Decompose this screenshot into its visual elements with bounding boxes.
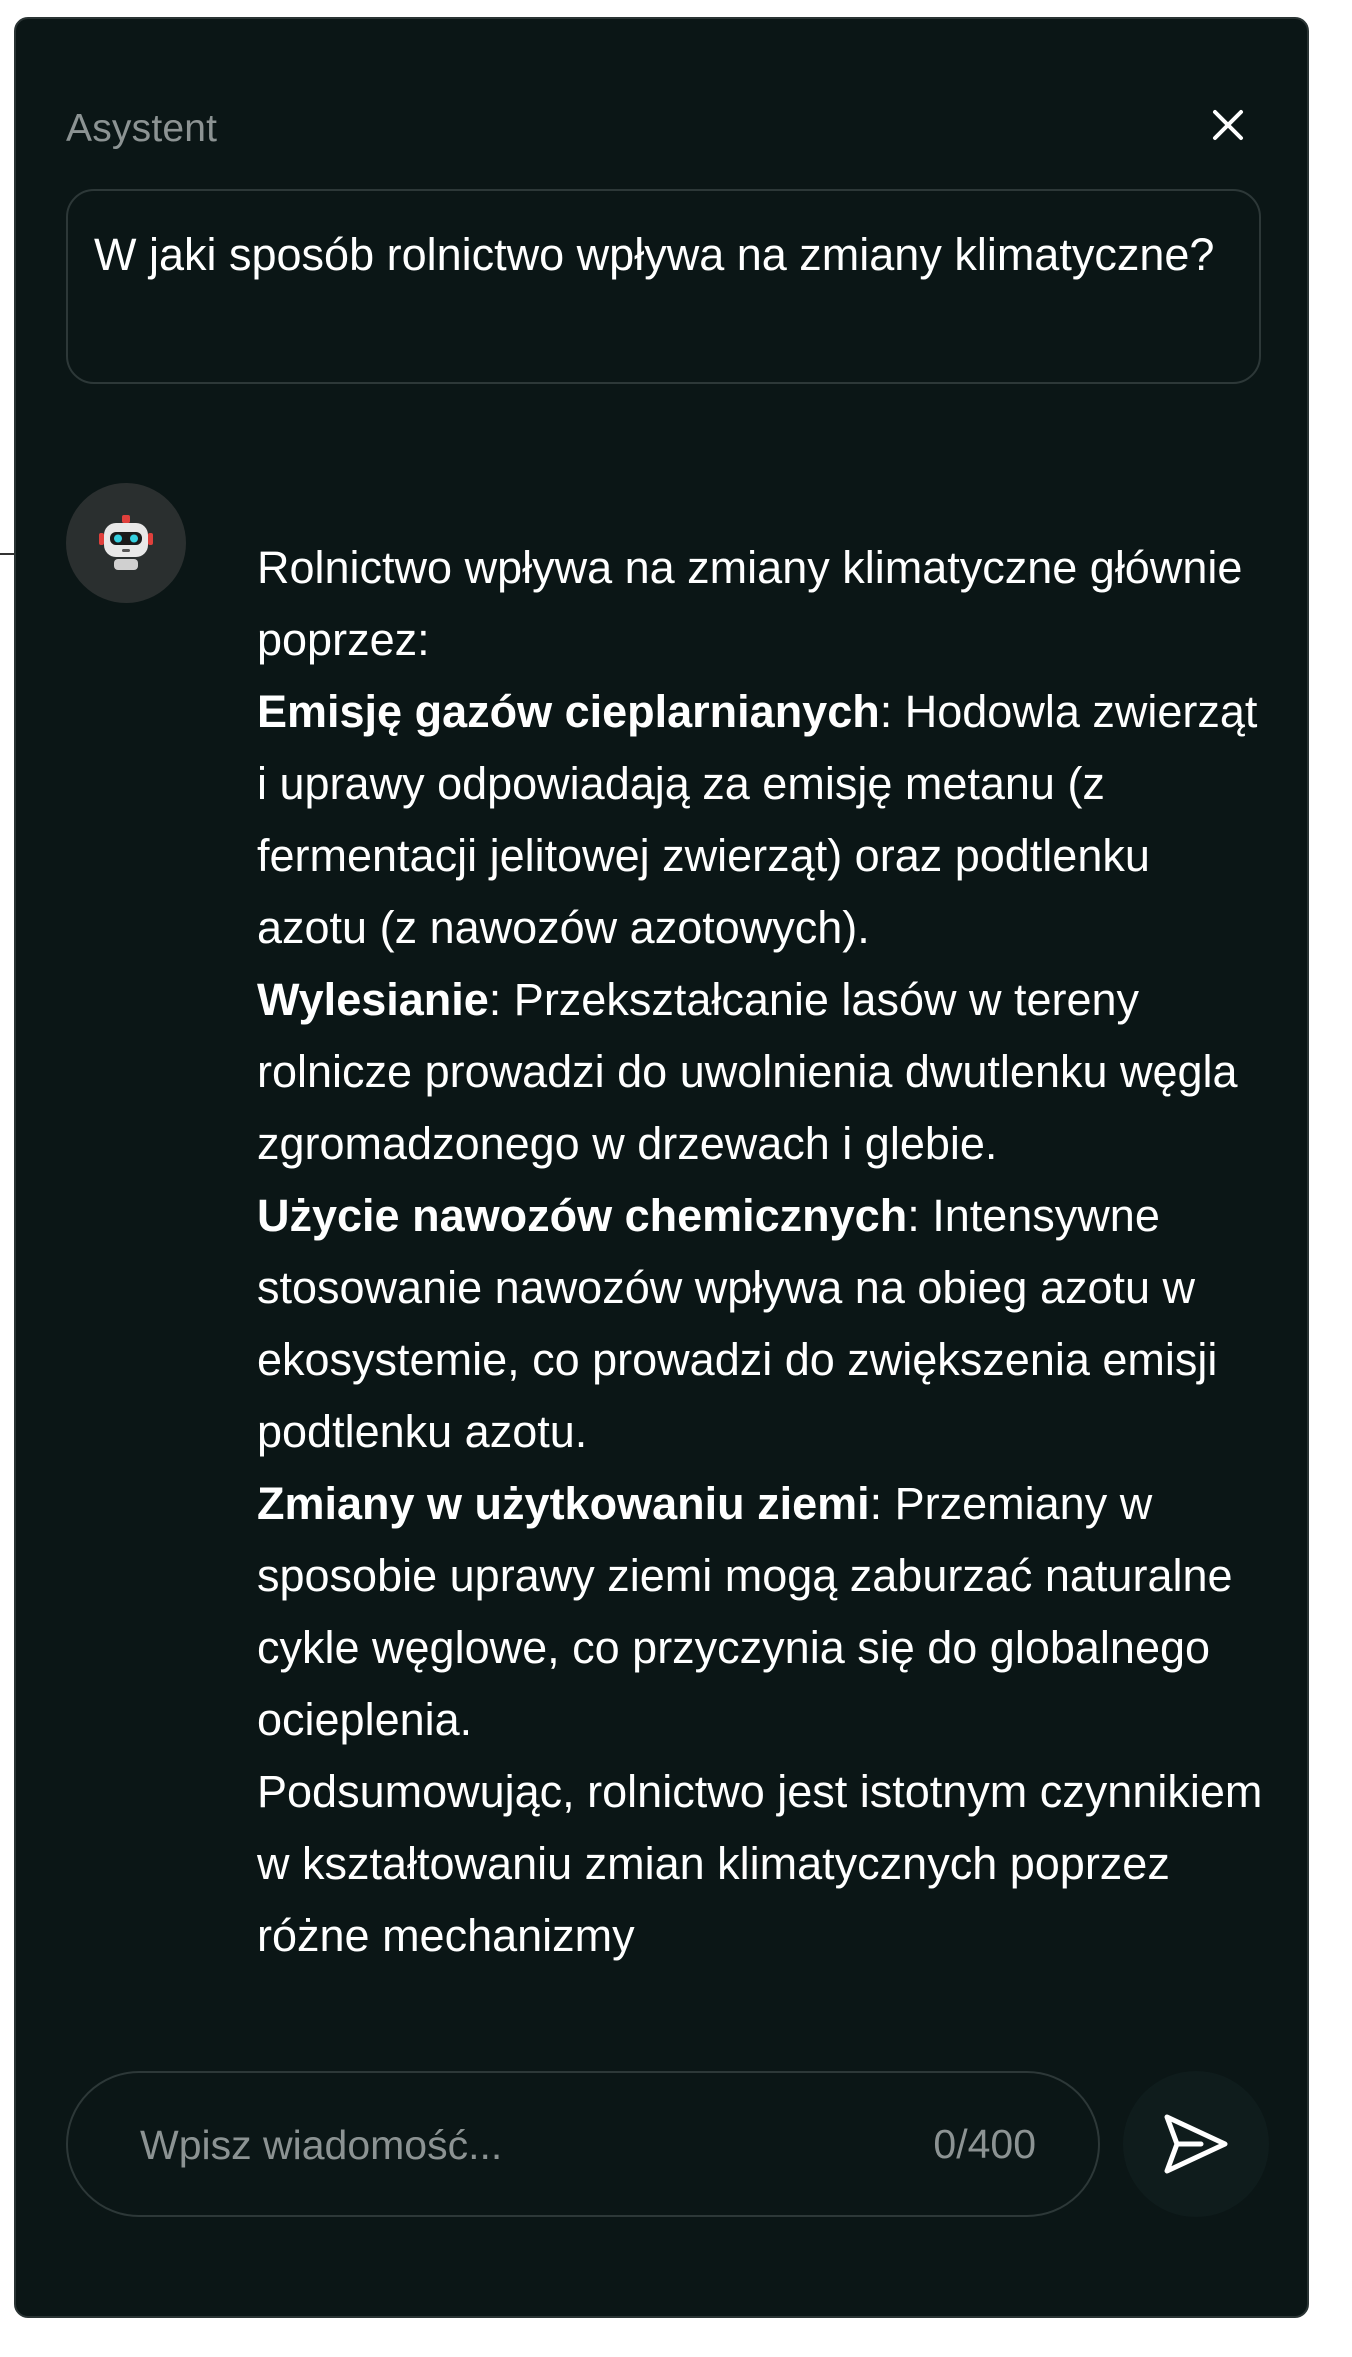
answer-intro: Rolnictwo wpływa na zmiany klimatyczne g… bbox=[257, 542, 1243, 665]
send-icon bbox=[1164, 2114, 1228, 2174]
close-button[interactable] bbox=[1198, 95, 1258, 155]
answer-summary: Podsumowując, rolnictwo jest istotnym cz… bbox=[257, 1766, 1263, 1961]
answer-point-title: Emisję gazów cieplarnianych bbox=[257, 686, 880, 737]
send-button[interactable] bbox=[1123, 2071, 1269, 2217]
close-icon bbox=[1213, 110, 1243, 140]
assistant-avatar bbox=[66, 483, 186, 603]
answer-point-title: Zmiany w użytkowaniu ziemi bbox=[257, 1478, 870, 1529]
robot-icon bbox=[99, 515, 153, 570]
panel-title: Asystent bbox=[66, 107, 218, 150]
answer-point-title: Użycie nawozów chemicznych bbox=[257, 1190, 908, 1241]
user-message-bubble: W jaki sposób rolnictwo wpływa na zmiany… bbox=[66, 189, 1261, 384]
answer-point-title: Wylesianie bbox=[257, 974, 489, 1025]
user-message-text: W jaki sposób rolnictwo wpływa na zmiany… bbox=[94, 229, 1215, 280]
answer-point: Użycie nawozów chemicznych: Intensywne s… bbox=[257, 1180, 1267, 1468]
answer-point: Wylesianie: Przekształcanie lasów w tere… bbox=[257, 964, 1267, 1180]
message-input[interactable] bbox=[138, 2073, 882, 2217]
character-counter: 0/400 bbox=[933, 2121, 1036, 2167]
answer-point: Emisję gazów cieplarnianych: Hodowla zwi… bbox=[257, 676, 1267, 964]
message-input-container: 0/400 bbox=[66, 2071, 1100, 2217]
answer-point: Zmiany w użytkowaniu ziemi: Przemiany w … bbox=[257, 1468, 1267, 1756]
assistant-chat-panel: Asystent W jaki sposób rolnictwo wpływa … bbox=[14, 17, 1309, 2318]
assistant-message: Rolnictwo wpływa na zmiany klimatyczne g… bbox=[257, 532, 1267, 1972]
